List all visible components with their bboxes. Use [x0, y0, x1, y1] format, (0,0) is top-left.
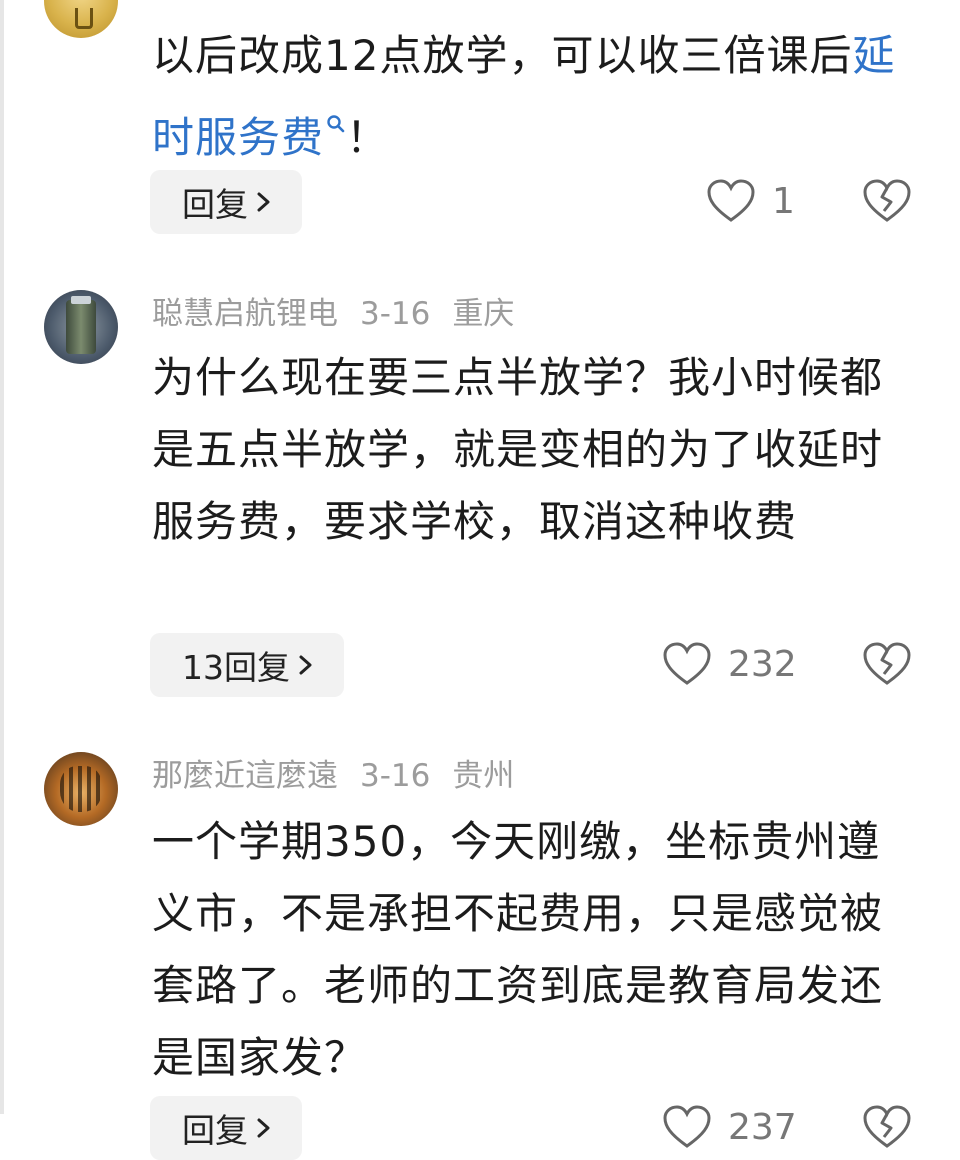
avatar-emblem — [75, 8, 93, 29]
author-name[interactable]: 聪慧启航锂电 — [152, 296, 338, 332]
dislike-button[interactable] — [862, 641, 912, 691]
dislike-button[interactable] — [862, 178, 912, 228]
comment-item: 那麼近這麼遠 3-16 贵州 一个学期350，今天刚缴，坐标贵州遵义市，不是承担不起… — [0, 744, 960, 1160]
chevron-right-icon — [256, 191, 272, 213]
comment-text: 为什么现在要三点半放学？我小时候都是五点半放学，就是变相的为了收延时服务费，要求… — [152, 353, 884, 546]
reply-button[interactable]: 13回复 — [150, 633, 344, 697]
like-button[interactable]: 1 — [706, 176, 795, 226]
like-button[interactable]: 237 — [662, 1102, 797, 1152]
reply-button[interactable]: 回复 — [150, 1096, 302, 1160]
comment-meta: 那麼近這麼遠 3-16 贵州 — [152, 756, 536, 796]
comment-text-plain: 以后改成12点放学，可以收三倍课后 — [152, 31, 853, 80]
broken-heart-icon — [863, 1105, 911, 1148]
broken-heart-icon — [863, 642, 911, 685]
comment-location: 重庆 — [452, 296, 515, 332]
comment-meta: 聪慧启航锂电 3-16 重庆 — [152, 294, 536, 334]
chevron-right-icon — [298, 654, 314, 676]
avatar[interactable] — [44, 0, 118, 38]
comment-location: 贵州 — [452, 758, 515, 794]
author-name[interactable]: 那麼近這麼遠 — [152, 758, 338, 794]
avatar-battery-image — [66, 300, 96, 354]
comment-text: 一个学期350，今天刚缴，坐标贵州遵义市，不是承担不起费用，只是感觉被套路了。老… — [152, 817, 884, 1082]
like-count: 1 — [772, 180, 795, 222]
like-count: 237 — [728, 1106, 797, 1148]
reply-label: 回复 — [182, 1111, 248, 1150]
comment-date: 3-16 — [360, 758, 431, 794]
reply-button[interactable]: 回复 — [150, 170, 302, 234]
comment-item: 聪慧启航锂电 3-16 重庆 为什么现在要三点半放学？我小时候都是五点半放学，就是变… — [0, 280, 960, 720]
dislike-button[interactable] — [862, 1104, 912, 1154]
like-count: 232 — [728, 643, 797, 685]
search-icon — [326, 92, 346, 164]
broken-heart-icon — [863, 179, 911, 222]
comment-text: 以后改成12点放学，可以收三倍课后延时服务费！ — [152, 20, 922, 174]
avatar[interactable] — [44, 752, 118, 826]
comment-item: 以后改成12点放学，可以收三倍课后延时服务费！ 回复 1 — [0, 0, 960, 260]
avatar[interactable] — [44, 290, 118, 364]
reply-label: 回复 — [182, 185, 248, 224]
heart-outline-icon — [662, 641, 712, 687]
avatar-tiger-stripes — [60, 766, 102, 812]
like-button[interactable]: 232 — [662, 639, 797, 689]
heart-outline-icon — [706, 178, 756, 224]
reply-label: 13回复 — [182, 648, 290, 687]
comment-date: 3-16 — [360, 296, 431, 332]
chevron-right-icon — [256, 1117, 272, 1139]
heart-outline-icon — [662, 1104, 712, 1150]
comment-text-tail: ！ — [346, 113, 390, 162]
avatar-battery-cap — [71, 296, 91, 304]
